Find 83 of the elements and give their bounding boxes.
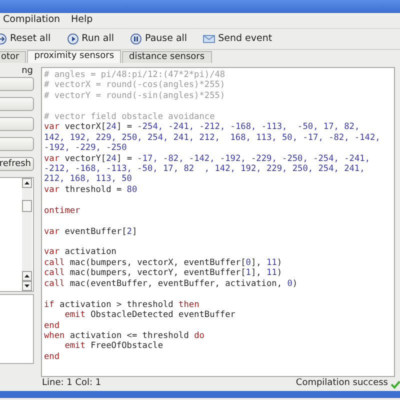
tab[interactable]: proximity sensors xyxy=(27,50,122,63)
code-text: 11 xyxy=(266,258,277,268)
code-text: ObstacleDetected eventBuffer xyxy=(90,310,236,320)
scroll-down-icon[interactable] xyxy=(22,281,32,291)
code-text: threshold = xyxy=(64,184,123,195)
panel-button[interactable] xyxy=(0,137,34,151)
code-text: 11 xyxy=(266,268,277,278)
toolbar-button[interactable]: Pause all xyxy=(128,32,190,46)
code-text: mac(eventBuffer, eventBuffer, activation, xyxy=(68,278,284,289)
code-text: ], xyxy=(250,268,262,278)
code-text: emit xyxy=(64,341,86,352)
code-text: eventBuffer[ xyxy=(64,226,127,237)
code-text: ) xyxy=(292,278,298,289)
code-text: ) xyxy=(276,258,282,268)
panel-button[interactable] xyxy=(0,117,34,131)
panel-button[interactable] xyxy=(0,77,34,91)
code-text: ) xyxy=(276,268,282,278)
code-text: FreeOfObstacle xyxy=(90,341,163,352)
code-comment: # vectorX = round(-cos(angles)*255) xyxy=(44,80,226,90)
code-text: -212, -168, -113, -50, 17, 82 , 142, 192, 229, 250, 254, 241, xyxy=(44,164,365,174)
code-text: 0 xyxy=(246,258,251,268)
code-text: emit xyxy=(64,310,86,320)
scrollbar[interactable] xyxy=(22,178,32,291)
code-text: mac(bumpers, vectorY, eventBuffer[ xyxy=(68,268,246,278)
status-text: Compilation success xyxy=(296,377,388,390)
code-text: 24 xyxy=(106,154,116,164)
code-text: if xyxy=(44,300,54,310)
toolbar-button[interactable]: Reset all xyxy=(0,32,53,46)
code-text: vectorX[ xyxy=(64,122,106,132)
code-comment: # vector field obstacle avoidance xyxy=(44,112,215,122)
code-text: call xyxy=(44,278,65,289)
code-text: end xyxy=(44,352,60,362)
code-text: ], xyxy=(250,258,262,268)
panel-button[interactable] xyxy=(0,97,34,111)
code-text: var xyxy=(44,184,60,195)
code-text: then xyxy=(178,300,200,310)
code-text: mac(bumpers, vectorX, eventBuffer[ xyxy=(68,258,246,268)
code-text: 24 xyxy=(106,122,116,132)
code-text: var xyxy=(44,247,60,258)
scroll-up-icon[interactable] xyxy=(22,271,32,281)
code-text: vectorY[ xyxy=(64,154,106,164)
tab[interactable]: otor xyxy=(0,51,26,63)
code-text: -254, -241, -212, -168, -113, -50, 17, 82, xyxy=(137,122,360,132)
code-text: ] = xyxy=(116,122,133,132)
code-comment: # vectorY = round(-sin(angles)*255) xyxy=(44,90,226,101)
code-text: activation > threshold xyxy=(58,300,174,310)
scroll-up-icon[interactable] xyxy=(22,178,32,188)
code-text: call xyxy=(44,258,65,268)
checkmark-icon xyxy=(391,380,400,388)
code-text: activation <= threshold xyxy=(68,330,190,341)
code-text: ] xyxy=(132,226,138,237)
panel-label: ng xyxy=(20,65,34,77)
code-text: 142, 192, 229, 250, 254, 241, 212, 168, 113, 50, -17, -82, -142, xyxy=(44,132,380,143)
code-text: do xyxy=(194,330,204,341)
code-text: ] = xyxy=(116,154,133,164)
code-text: -17, -82, -142, -192, -229, -250, -254, -241, xyxy=(137,154,370,164)
scroll-thumb[interactable] xyxy=(22,200,32,212)
tab[interactable]: distance sensors xyxy=(122,51,212,63)
code-text: call xyxy=(44,268,65,278)
code-text: 2 xyxy=(126,226,132,237)
pause-icon xyxy=(130,33,142,45)
envelope-icon xyxy=(203,33,216,45)
code-text: activation xyxy=(64,247,116,258)
code-text: 0 xyxy=(287,278,292,289)
code-text: 80 xyxy=(126,184,138,195)
code-text: -192, -229, -250 xyxy=(44,143,127,154)
code-text: var xyxy=(44,154,60,164)
menu-item[interactable]: Compilation xyxy=(3,13,60,28)
code-text: 1 xyxy=(246,268,251,278)
code-text: when xyxy=(44,330,65,341)
toolbar-button[interactable]: Send event xyxy=(201,32,274,46)
code-text: var xyxy=(44,226,60,237)
cursor-position: Line: 1 Col: 1 xyxy=(42,377,102,390)
menu-item[interactable]: Help xyxy=(71,13,93,28)
code-editor[interactable] xyxy=(41,67,395,377)
code-comment: # angles = pi/48:pi/12:(47*2*pi)/48 xyxy=(44,70,226,80)
code-text: 212, 168, 113, 50 xyxy=(44,174,132,184)
code-text: ontimer xyxy=(44,206,80,216)
refresh-button[interactable]: refresh xyxy=(0,157,34,171)
play-icon xyxy=(66,33,79,45)
code-text: end xyxy=(44,320,60,330)
code-text: var xyxy=(44,122,60,132)
toolbar-button[interactable]: Run all xyxy=(64,32,116,46)
